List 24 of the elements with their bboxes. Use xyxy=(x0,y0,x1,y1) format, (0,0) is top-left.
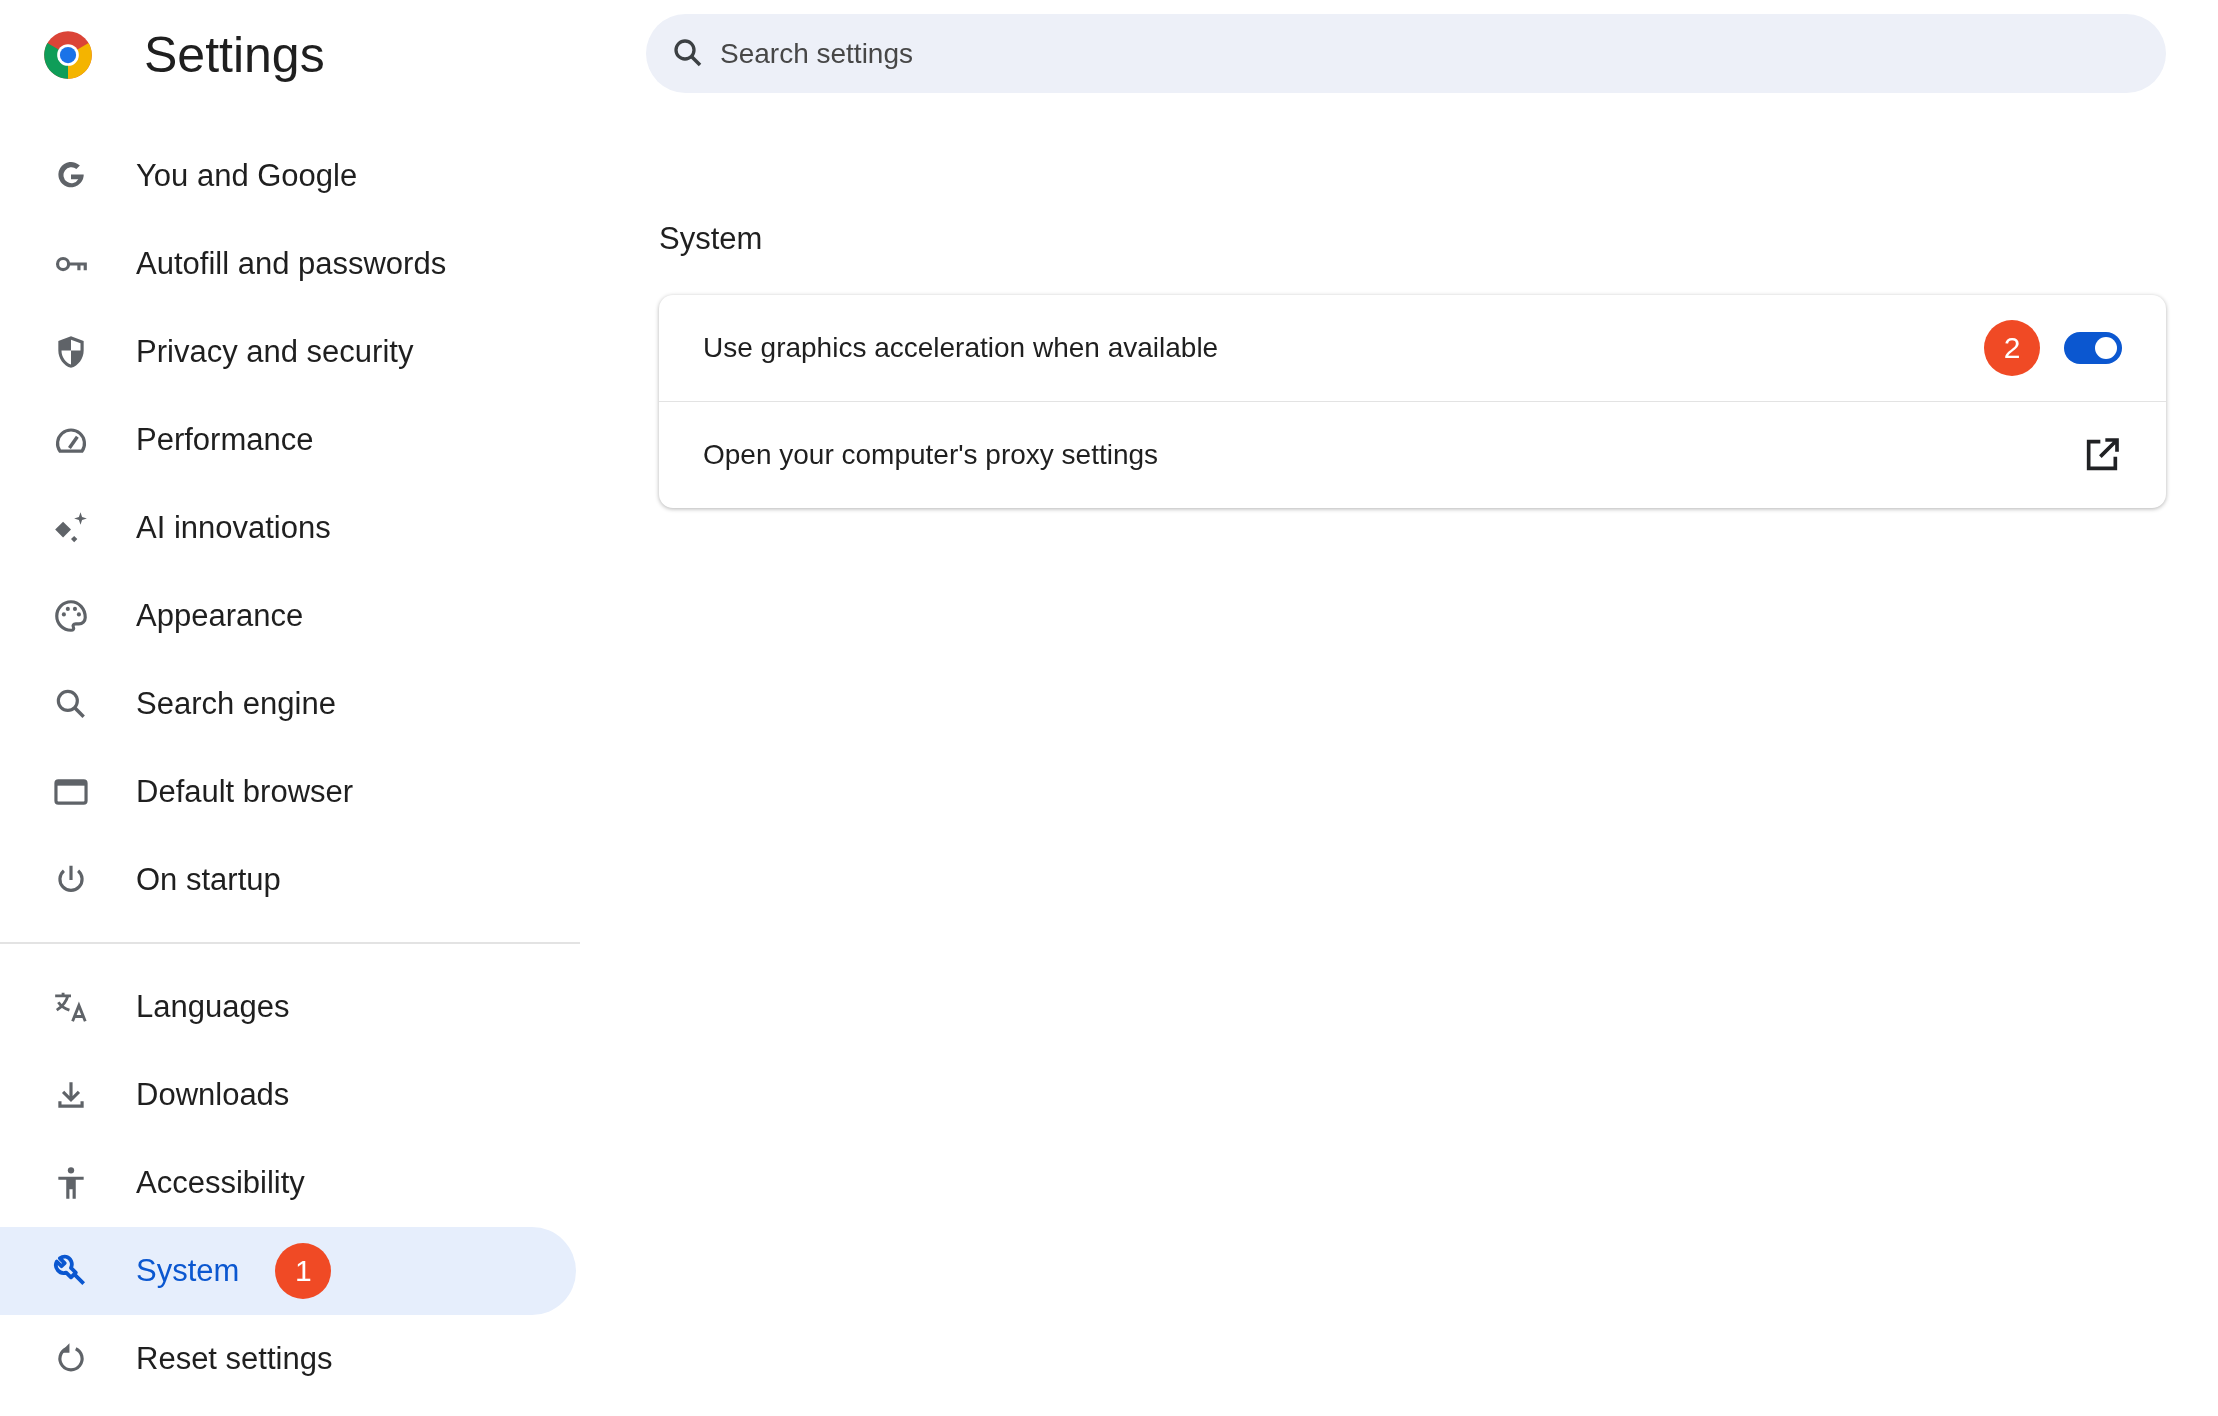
sidebar-item[interactable]: Privacy and security xyxy=(0,308,576,396)
sidebar-item[interactable]: Search engine xyxy=(0,660,576,748)
palette-icon xyxy=(52,597,90,635)
page-title: Settings xyxy=(144,26,325,84)
sidebar-item[interactable]: AI innovations xyxy=(0,484,576,572)
section-heading: System xyxy=(659,221,764,257)
step-badge: 1 xyxy=(275,1243,332,1299)
setting-label: Open your computer's proxy settings xyxy=(703,439,1160,471)
sidebar-item[interactable]: Performance xyxy=(0,396,576,484)
sidebar-item[interactable]: Reset settings xyxy=(0,1315,576,1403)
sidebar-item[interactable]: Languages xyxy=(0,963,576,1051)
sidebar-item[interactable]: Downloads xyxy=(0,1051,576,1139)
setting-label: Use graphics acceleration when available xyxy=(703,332,1220,364)
sidebar-item[interactable]: Default browser xyxy=(0,748,576,836)
browser-logo-icon xyxy=(42,29,94,81)
sidebar-item[interactable]: Appearance xyxy=(0,572,576,660)
sidebar-item[interactable]: On startup xyxy=(0,836,576,924)
step-badge: 2 xyxy=(1984,320,2040,376)
toggle-switch[interactable] xyxy=(2064,332,2122,364)
sidebar-item[interactable]: System 1 xyxy=(0,1227,576,1315)
search-field[interactable]: Search settings xyxy=(646,14,2166,93)
sidebar-item[interactable]: Autofill and passwords xyxy=(0,220,576,308)
sidebar-item[interactable]: You and Google xyxy=(0,132,576,220)
sidebar-item[interactable]: Accessibility xyxy=(0,1139,576,1227)
